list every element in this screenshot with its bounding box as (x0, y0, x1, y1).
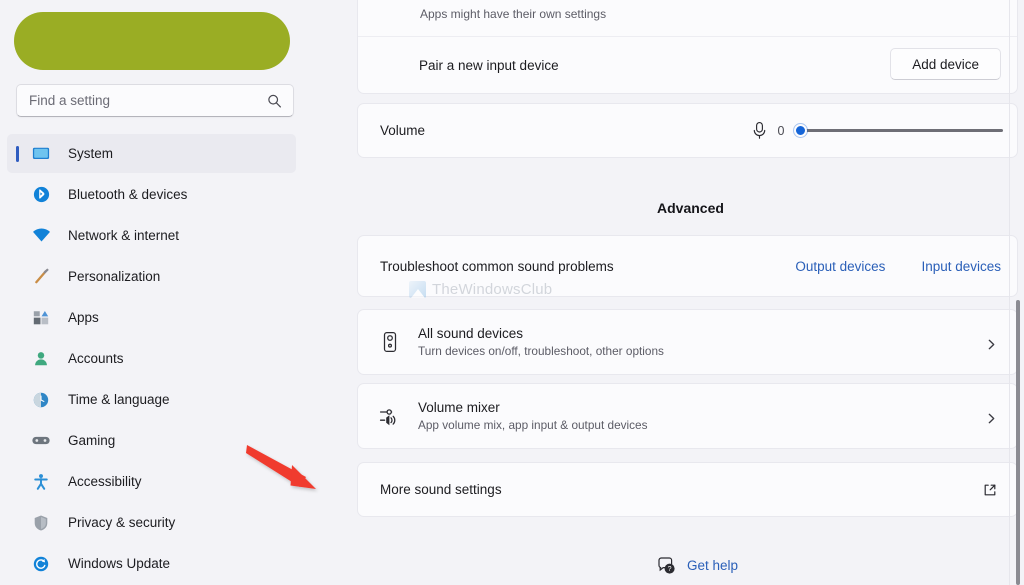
slider-thumb[interactable] (794, 124, 807, 137)
sidebar-item-label: Time & language (68, 392, 170, 407)
svg-text:?: ? (668, 566, 672, 573)
sidebar-item-gaming[interactable]: Gaming (7, 421, 296, 460)
monitor-icon (30, 144, 52, 164)
person-icon (30, 349, 52, 369)
sidebar-item-system[interactable]: System (7, 134, 296, 173)
more-sound-settings-label: More sound settings (380, 482, 502, 497)
update-icon (30, 554, 52, 574)
volume-card: Volume 0 (357, 103, 1018, 158)
clock-globe-icon (30, 390, 52, 410)
search-box[interactable] (16, 84, 294, 117)
sidebar-item-network-internet[interactable]: Network & internet (7, 216, 296, 255)
external-link-icon (983, 483, 997, 497)
volume-controls: 0 (751, 121, 1003, 140)
sidebar-item-personalization[interactable]: Personalization (7, 257, 296, 296)
get-help-link[interactable]: ? Get help (657, 556, 738, 575)
all-sound-devices-row[interactable]: All sound devices Turn devices on/off, t… (357, 309, 1018, 375)
apps-icon (30, 308, 52, 328)
sidebar-item-apps[interactable]: Apps (7, 298, 296, 337)
sidebar-item-privacy-security[interactable]: Privacy & security (7, 503, 296, 542)
sidebar: System Bluetooth & devices Network (0, 0, 320, 585)
row-subtitle: App volume mix, app input & output devic… (418, 418, 648, 432)
sidebar-item-accessibility[interactable]: Accessibility (7, 462, 296, 501)
row-subtitle: Turn devices on/off, troubleshoot, other… (418, 344, 664, 358)
troubleshoot-card: Troubleshoot common sound problems Outpu… (357, 235, 1018, 297)
advanced-heading: Advanced (657, 200, 724, 216)
microphone-icon (751, 121, 768, 140)
sidebar-nav: System Bluetooth & devices Network & int… (0, 134, 320, 583)
row-title: Volume mixer (418, 400, 500, 415)
speaker-device-icon (378, 330, 402, 354)
slider-track (801, 129, 1003, 132)
sidebar-item-label: Network & internet (68, 228, 180, 243)
paintbrush-icon (30, 267, 52, 287)
more-sound-settings-row[interactable]: More sound settings (357, 462, 1018, 517)
sidebar-item-label: Accessibility (68, 474, 142, 489)
sidebar-item-time-language[interactable]: Time & language (7, 380, 296, 419)
main-content: Apps might have their own settings Pair … (320, 0, 1024, 585)
volume-slider[interactable] (794, 122, 1003, 140)
accessibility-icon (30, 472, 52, 492)
sidebar-item-label: Apps (68, 310, 99, 325)
help-icon: ? (657, 556, 676, 575)
sidebar-item-windows-update[interactable]: Windows Update (7, 544, 296, 583)
input-device-card: Apps might have their own settings Pair … (357, 0, 1018, 94)
troubleshoot-links: Output devices Input devices (795, 259, 1001, 274)
pair-input-device-row[interactable]: Pair a new input device Add device (358, 36, 1017, 93)
volume-mixer-row[interactable]: Volume mixer App volume mix, app input &… (357, 383, 1018, 449)
gamepad-icon (30, 431, 52, 451)
sidebar-item-label: Bluetooth & devices (68, 187, 188, 202)
get-help-label: Get help (687, 558, 739, 573)
volume-mixer-icon (378, 404, 402, 428)
row-title: All sound devices (418, 326, 524, 341)
chevron-right-icon (986, 337, 997, 349)
search-icon (267, 93, 282, 108)
settings-window: System Bluetooth & devices Network (0, 0, 1024, 585)
wifi-icon (30, 226, 52, 246)
input-devices-link[interactable]: Input devices (921, 259, 1001, 274)
content-right-edge (1009, 0, 1010, 585)
sidebar-item-label: Accounts (68, 351, 124, 366)
vertical-scrollbar[interactable] (1016, 300, 1020, 585)
sidebar-item-label: Windows Update (68, 556, 171, 571)
bluetooth-icon (30, 185, 52, 205)
shield-icon (30, 513, 52, 533)
volume-label: Volume (380, 123, 426, 138)
chevron-right-icon (986, 411, 997, 423)
add-device-button[interactable]: Add device (890, 48, 1001, 80)
all-sound-devices-text: All sound devices Turn devices on/off, t… (418, 326, 664, 358)
account-row[interactable] (14, 10, 290, 70)
sidebar-item-label: System (68, 146, 114, 161)
sidebar-item-accounts[interactable]: Accounts (7, 339, 296, 378)
sidebar-item-label: Gaming (68, 433, 116, 448)
account-name-redaction (14, 12, 290, 70)
troubleshoot-label: Troubleshoot common sound problems (380, 258, 614, 274)
search-input[interactable] (17, 85, 293, 116)
output-devices-link[interactable]: Output devices (795, 259, 885, 274)
pair-input-device-label: Pair a new input device (419, 58, 559, 73)
sidebar-item-bluetooth-devices[interactable]: Bluetooth & devices (7, 175, 296, 214)
sidebar-item-label: Privacy & security (68, 515, 176, 530)
volume-mixer-text: Volume mixer App volume mix, app input &… (418, 400, 648, 432)
sidebar-item-label: Personalization (68, 269, 161, 284)
volume-value: 0 (777, 123, 785, 138)
apps-own-settings-note: Apps might have their own settings (420, 7, 607, 21)
